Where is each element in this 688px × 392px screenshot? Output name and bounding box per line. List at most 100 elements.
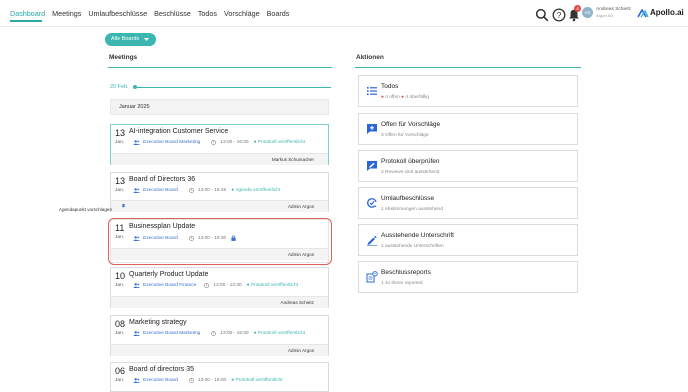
action-title: Umlaufbeschlüsse [381, 195, 435, 202]
meeting-owner: Andreas Schietz [280, 300, 314, 305]
main-nav: Dashboard Meetings Umlaufbeschlüsse Besc… [10, 9, 296, 18]
clock-icon [211, 140, 217, 145]
meeting-time: 13:00 - 16:30 [220, 140, 249, 145]
meeting-status: ● Agenda veröffentlicht [231, 188, 281, 193]
apollo-logo-icon [637, 9, 649, 18]
meeting-meta: Executive Board 13:00 - 16:45 ● Agenda v… [133, 188, 280, 193]
clock-icon [211, 331, 217, 336]
meeting-day: 13 [115, 176, 126, 186]
meeting-time: 13:00 - 19:30 [220, 331, 249, 336]
meeting-meta: Executive Board Marketing 13:00 - 19:30 … [133, 331, 305, 336]
todos-overdue-count: 4 überfällig [405, 95, 429, 100]
meeting-card[interactable]: 10 Jan. Quarterly Product Update Executi… [110, 267, 329, 308]
meeting-status-label: Protokoll veröffentlicht [257, 331, 305, 336]
action-title: Ausstehende Unterschrift [381, 232, 454, 239]
avatar[interactable]: AS [582, 7, 593, 18]
todos-open-count: 4 offen [385, 95, 400, 100]
nav-umlaufbeschluesse[interactable]: Umlaufbeschlüsse [88, 9, 147, 18]
meeting-status-label: Protokoll veröffentlicht [257, 140, 305, 145]
propose-agenda-label: Agendapunkt vorschlagen [58, 207, 112, 212]
meeting-owner: Markus Schumacher [271, 157, 314, 162]
action-subtitle: ● 4 offen ● 4 überfällig [381, 95, 429, 100]
people-icon [133, 283, 140, 288]
meeting-meta: Executive Board Finance 13:00 - 13:30 ● … [133, 283, 298, 288]
meeting-board: Executive Board Finance [143, 283, 197, 288]
timeline-line [135, 87, 331, 88]
meetings-heading: Meetings [109, 54, 138, 61]
meeting-owner: Admin Argos [287, 348, 314, 353]
nav-vorschlaege[interactable]: Vorschläge [224, 9, 260, 18]
meeting-day: 06 [115, 366, 126, 376]
nav-meetings[interactable]: Meetings [52, 9, 81, 18]
meeting-title: AI-integration Customer Service [129, 128, 229, 135]
meeting-day: 10 [115, 271, 126, 281]
meeting-footer: Markus Schumacher [111, 153, 328, 165]
boards-filter-button[interactable]: Alle Boards [105, 33, 156, 46]
top-navigation-bar: Dashboard Meetings Umlaufbeschlüsse Besc… [0, 0, 688, 27]
meeting-card[interactable]: 06 Jan. Board of directors 35 Executive … [110, 362, 329, 392]
action-title: Todos [381, 83, 399, 90]
action-title: Protokoll überprüfen [381, 158, 440, 165]
meeting-time: 13:00 - 16:45 [197, 188, 227, 193]
active-tab-indicator [10, 20, 42, 22]
meeting-card[interactable]: 13 Jan. Board of Directors 36 Executive … [59, 172, 329, 212]
meeting-card[interactable]: 13 Jan. AI-integration Customer Service … [110, 124, 329, 165]
clock-icon [204, 283, 210, 288]
meeting-title: Marketing strategy [129, 319, 187, 326]
action-title: Beschlussreports [381, 269, 431, 276]
meeting-status: ● Protokoll veröffentlicht [253, 331, 305, 336]
meeting-board: Executive Board Marketing [143, 331, 201, 336]
chevron-down-icon [144, 38, 149, 41]
meeting-title: Quarterly Product Update [129, 271, 209, 278]
meeting-meta: Executive Board Marketing 13:00 - 16:30 … [133, 140, 305, 145]
aktionen-heading: Aktionen [356, 54, 384, 61]
nav-dashboard[interactable]: Dashboard [10, 9, 45, 18]
meeting-day: 13 [115, 128, 126, 138]
highlight-frame [108, 218, 332, 265]
meeting-footer: Andreas Schietz [111, 296, 328, 308]
people-icon [133, 188, 140, 193]
action-subtitle: 2 Reviews sind ausstehend [381, 170, 440, 175]
action-subtitle: 1 zu Ihnen reported [381, 281, 423, 286]
boards-filter-label: Alle Boards [111, 36, 140, 42]
action-card-todos[interactable]: Todos ● 4 offen ● 4 überfällig [358, 75, 578, 107]
meeting-month: Jan. [115, 331, 125, 336]
signature-icon [367, 235, 377, 246]
aktionen-divider [355, 67, 581, 68]
suggestion-icon [367, 124, 377, 134]
nav-boards[interactable]: Boards [267, 9, 290, 18]
meeting-board: Executive Board Marketing [143, 140, 201, 145]
meeting-status-label: Agenda veröffentlicht [235, 188, 281, 193]
action-card-pending-signature[interactable]: Ausstehende Unterschrift 1 ausstehende U… [358, 224, 578, 256]
timeline-date: 20 Feb. [110, 84, 129, 90]
app-logo[interactable]: Apollo.ai [650, 8, 684, 17]
nav-todos[interactable]: Todos [198, 9, 217, 18]
pin-icon [121, 204, 126, 209]
action-card-suggestions[interactable]: Offen für Vorschläge 3 Offen für Vorschl… [358, 113, 578, 145]
people-icon [133, 140, 140, 145]
action-title: Offen für Vorschläge [381, 121, 441, 128]
meeting-status: ● Protokoll veröffentlicht [253, 140, 305, 145]
action-subtitle: 1 Abstimmungen ausstehend [381, 207, 443, 212]
meeting-month: Jan. [115, 188, 125, 193]
action-card-circular-resolutions[interactable]: Umlaufbeschlüsse 1 Abstimmungen ausstehe… [358, 187, 578, 219]
meeting-title: Board of directors 35 [129, 366, 194, 373]
meeting-owner: Admin Argos [287, 204, 314, 209]
action-card-resolution-reports[interactable]: Beschlussreports 1 zu Ihnen reported [358, 261, 578, 293]
review-icon [367, 161, 377, 171]
meeting-month: Jan. [115, 283, 125, 288]
action-card-protocol-review[interactable]: Protokoll überprüfen 2 Reviews sind auss… [358, 150, 578, 182]
help-icon[interactable]: ? [552, 8, 566, 22]
propose-agenda-link[interactable]: Agendapunkt vorschlagen [59, 204, 126, 212]
meeting-time: 13:00 - 13:30 [213, 283, 242, 288]
action-subtitle: 3 Offen für Vorschläge [381, 133, 429, 138]
meeting-board: Executive Board [143, 188, 178, 193]
circular-vote-icon [367, 198, 377, 208]
notification-badge: 4 [574, 5, 581, 12]
meeting-card[interactable]: 08 Jan. Marketing strategy Executive Boa… [110, 315, 329, 356]
nav-beschluesse[interactable]: Beschlüsse [154, 9, 191, 18]
list-icon [367, 87, 377, 95]
search-icon[interactable] [535, 8, 549, 22]
meeting-month: Jan. [115, 140, 125, 145]
clock-icon [189, 188, 194, 193]
